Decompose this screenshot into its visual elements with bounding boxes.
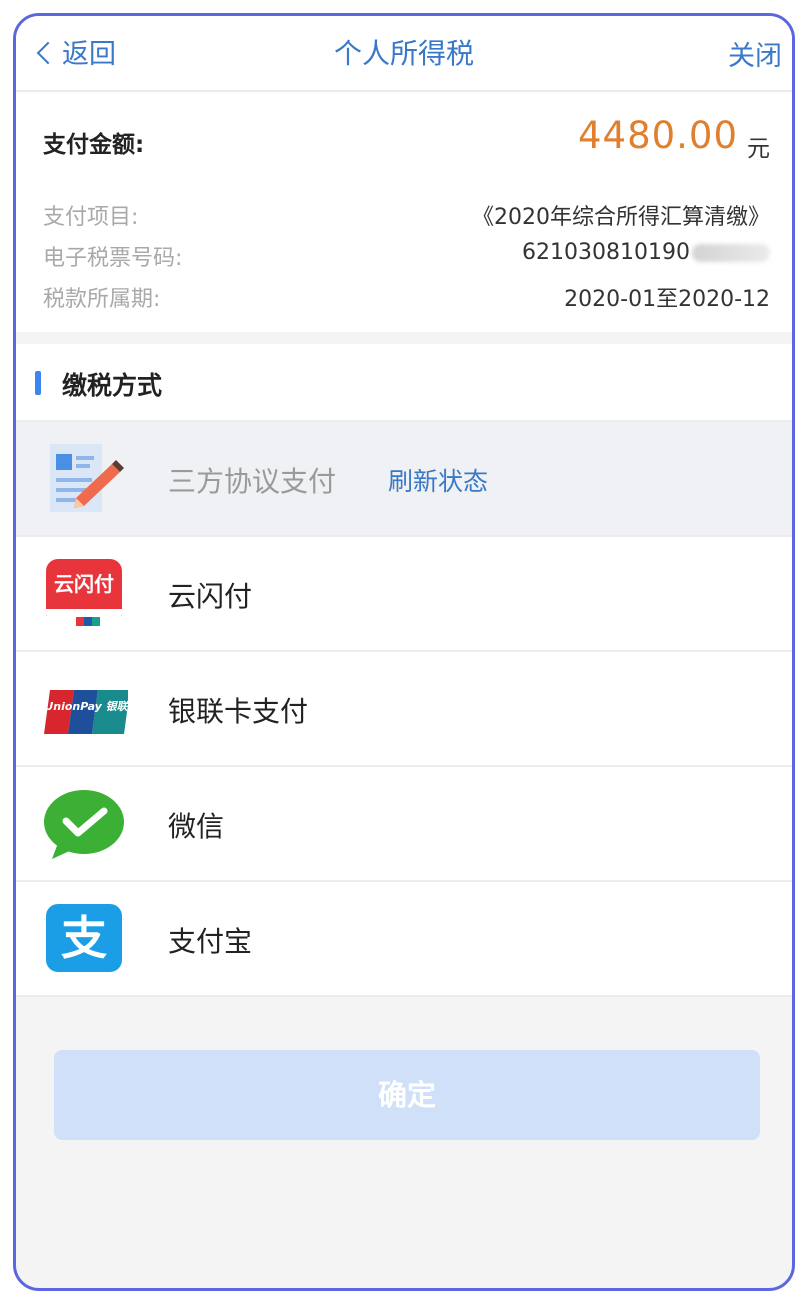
alipay-icon-text: 支: [61, 911, 107, 965]
close-button[interactable]: 关闭: [728, 34, 782, 73]
payment-summary: 支付金额: 4480.00 元 支付项目: 《2020年综合所得汇算清缴》 电子…: [16, 92, 792, 332]
payment-method-tripartite[interactable]: 三方协议支付 刷新状态: [16, 422, 792, 537]
info-row-period: 税款所属期: 2020-01至2020-12: [43, 281, 770, 313]
payment-method-quickpass[interactable]: 云闪付 云闪付: [16, 537, 792, 652]
amount-label: 支付金额:: [43, 132, 145, 158]
unionpay-quickpass-icon: 云闪付: [46, 559, 122, 629]
method-label: 支付宝: [168, 925, 253, 958]
method-label: 三方协议支付: [168, 465, 337, 498]
alipay-icon: 支: [46, 904, 122, 972]
info-row-item: 支付项目: 《2020年综合所得汇算清缴》: [43, 199, 770, 231]
section-title: 缴税方式: [62, 371, 163, 400]
amount-unit: 元: [747, 136, 770, 162]
phone-frame: 返回 个人所得税 关闭 支付金额: 4480.00 元 支付项目: 《2020年…: [13, 13, 795, 1291]
wechat-icon: [44, 790, 124, 859]
page-title: 个人所得税: [333, 37, 474, 70]
method-label: 微信: [168, 810, 225, 843]
section-accent-bar: [35, 371, 41, 395]
unionpay-icon-text: UnionPay 银联: [44, 700, 128, 713]
unionpay-card-icon: UnionPay 银联: [44, 690, 128, 734]
amount-value: 4480.00: [577, 114, 738, 157]
section-header: 缴税方式: [16, 344, 792, 422]
info-value-wrap: 621030810190: [522, 240, 770, 265]
redacted-blur: [692, 244, 770, 262]
ticket-number: 621030810190: [522, 240, 690, 265]
method-label: 云闪付: [168, 580, 253, 613]
info-key: 支付项目:: [43, 205, 139, 230]
info-key: 电子税票号码:: [43, 246, 183, 271]
payment-method-unionpay-card[interactable]: UnionPay 银联 银联卡支付: [16, 652, 792, 767]
refresh-status-link[interactable]: 刷新状态: [388, 462, 488, 498]
info-value: 《2020年综合所得汇算清缴》: [472, 205, 770, 230]
document-pencil-icon: [50, 444, 124, 512]
navigation-bar: 返回 个人所得税 关闭: [16, 16, 792, 92]
quickpass-icon-text: 云闪付: [54, 572, 114, 596]
info-key: 税款所属期:: [43, 287, 161, 312]
payment-method-alipay[interactable]: 支 支付宝: [16, 882, 792, 997]
info-value: 2020-01至2020-12: [564, 287, 770, 312]
method-label: 银联卡支付: [168, 695, 309, 728]
payment-method-wechat[interactable]: 微信: [16, 767, 792, 882]
info-row-ticket-number: 电子税票号码: 621030810190: [43, 240, 770, 272]
confirm-button[interactable]: 确定: [54, 1050, 760, 1140]
